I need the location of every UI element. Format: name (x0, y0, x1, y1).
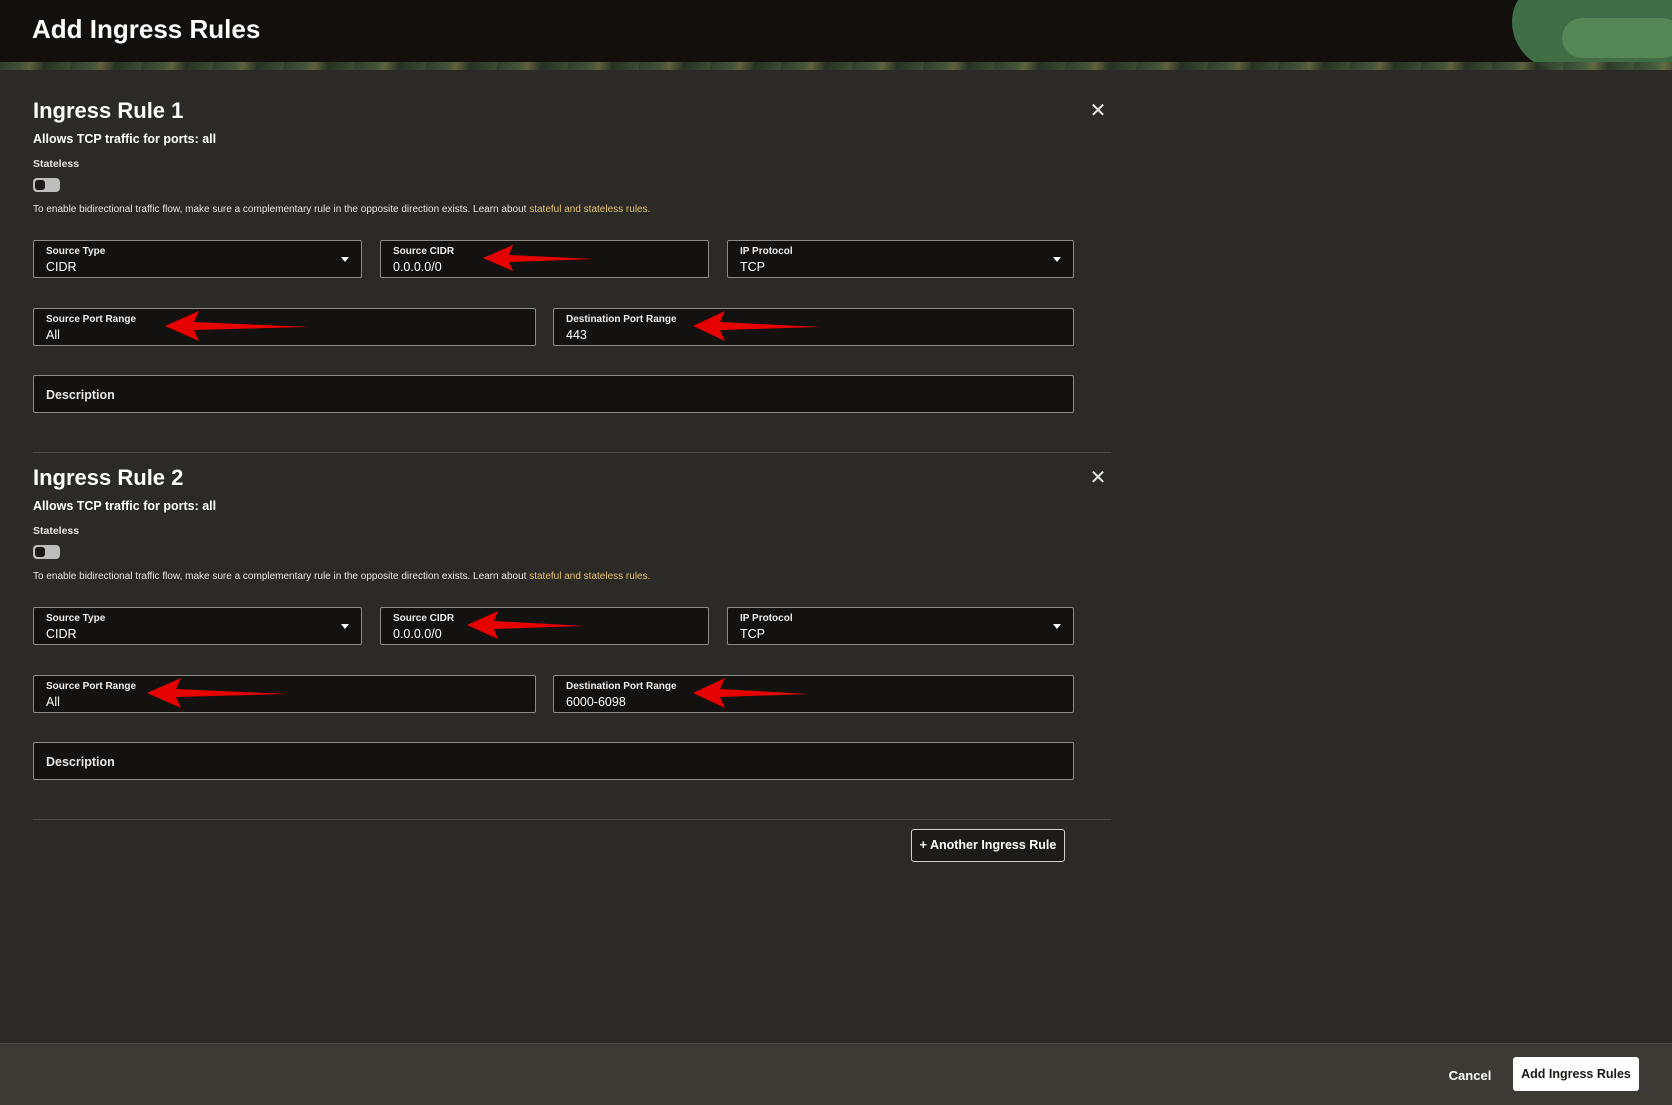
footer-bar: Cancel Add Ingress Rules (0, 1043, 1672, 1105)
stateless-toggle[interactable] (33, 545, 60, 559)
chevron-down-icon (341, 624, 349, 629)
description-input[interactable]: Description (33, 742, 1074, 780)
rule-title: Ingress Rule 2 (33, 465, 184, 490)
field-value: CIDR (46, 260, 77, 274)
red-arrow-icon (693, 678, 809, 708)
field-value: 443 (566, 328, 587, 342)
field-value: TCP (740, 260, 765, 274)
hint-text: To enable bidirectional traffic flow, ma… (33, 204, 530, 215)
chevron-down-icon (1053, 257, 1061, 262)
field-label: Source CIDR (393, 613, 455, 624)
rule-summary: Allows TCP traffic for ports: all (33, 132, 217, 146)
destination-port-range-input[interactable]: Destination Port Range 6000-6098 (553, 675, 1074, 713)
field-label: Source Port Range (46, 314, 137, 325)
page-header: Add Ingress Rules (0, 0, 1672, 70)
hint-text: To enable bidirectional traffic flow, ma… (33, 571, 530, 582)
field-value: All (46, 328, 60, 342)
field-value: TCP (740, 627, 765, 641)
ip-protocol-select[interactable]: IP Protocol TCP (727, 607, 1074, 645)
field-label: Source Type (46, 613, 106, 624)
stateless-hint: To enable bidirectional traffic flow, ma… (33, 571, 650, 582)
field-label: IP Protocol (740, 246, 793, 257)
source-type-select[interactable]: Source Type CIDR (33, 607, 362, 645)
rule-title: Ingress Rule 1 (33, 98, 184, 123)
section-divider (33, 452, 1111, 453)
close-rule-button[interactable]: ✕ (1087, 467, 1109, 489)
field-label: Destination Port Range (566, 681, 677, 692)
chevron-down-icon (341, 257, 349, 262)
add-another-ingress-rule-button[interactable]: + Another Ingress Rule (911, 829, 1065, 862)
toggle-knob (35, 180, 45, 190)
toggle-knob (35, 547, 45, 557)
field-value: All (46, 695, 60, 709)
header-decoration-leaf (1562, 18, 1672, 58)
red-arrow-icon (147, 678, 289, 708)
page-title: Add Ingress Rules (32, 14, 261, 44)
field-label: Source Port Range (46, 681, 137, 692)
cancel-button[interactable]: Cancel (1438, 1064, 1502, 1088)
red-arrow-icon (693, 311, 821, 341)
field-label: IP Protocol (740, 613, 793, 624)
red-arrow-icon (483, 245, 595, 271)
close-icon: ✕ (1089, 467, 1107, 489)
field-placeholder: Description (46, 755, 115, 769)
red-arrow-icon (165, 311, 309, 341)
stateless-hint: To enable bidirectional traffic flow, ma… (33, 204, 650, 215)
section-divider (33, 819, 1111, 820)
field-value: 6000-6098 (566, 695, 626, 709)
description-input[interactable]: Description (33, 375, 1074, 413)
red-arrow-icon (467, 611, 585, 639)
header-pattern-strip (0, 62, 1672, 70)
stateless-toggle[interactable] (33, 178, 60, 192)
ip-protocol-select[interactable]: IP Protocol TCP (727, 240, 1074, 278)
chevron-down-icon (1053, 624, 1061, 629)
field-value: CIDR (46, 627, 77, 641)
add-ingress-rules-button[interactable]: Add Ingress Rules (1513, 1057, 1639, 1091)
field-value: 0.0.0.0/0 (393, 260, 442, 274)
stateful-stateless-link[interactable]: stateful and stateless rules. (529, 204, 650, 215)
close-rule-button[interactable]: ✕ (1087, 100, 1109, 122)
stateless-label: Stateless (33, 158, 80, 170)
field-label: Destination Port Range (566, 314, 677, 325)
field-placeholder: Description (46, 388, 115, 402)
rule-summary: Allows TCP traffic for ports: all (33, 499, 217, 513)
field-label: Source CIDR (393, 246, 455, 257)
source-type-select[interactable]: Source Type CIDR (33, 240, 362, 278)
stateless-label: Stateless (33, 525, 80, 537)
close-icon: ✕ (1089, 100, 1107, 122)
field-label: Source Type (46, 246, 106, 257)
stateful-stateless-link[interactable]: stateful and stateless rules. (529, 571, 650, 582)
field-value: 0.0.0.0/0 (393, 627, 442, 641)
